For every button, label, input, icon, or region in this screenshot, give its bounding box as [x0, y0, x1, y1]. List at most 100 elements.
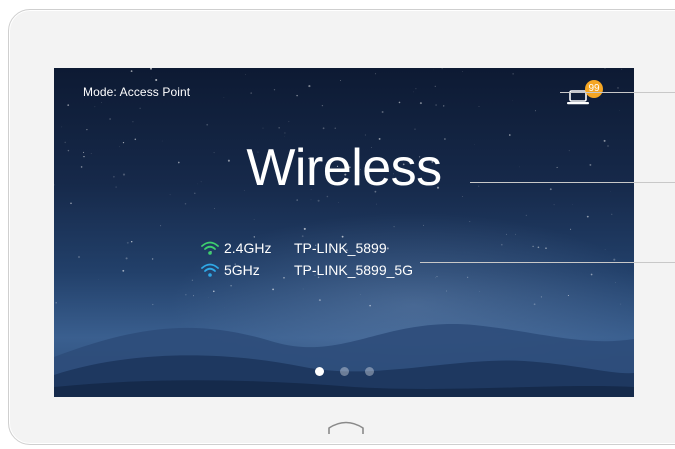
star-dot	[130, 240, 133, 243]
star-dot	[398, 101, 401, 104]
star-dot	[160, 225, 162, 227]
star-dot	[334, 127, 336, 129]
star-dot	[532, 245, 534, 248]
star-dot	[284, 132, 286, 134]
network-ssid: TP-LINK_5899	[294, 240, 387, 256]
star-dot	[512, 73, 514, 75]
network-ssid: TP-LINK_5899_5G	[294, 262, 414, 278]
star-dot	[303, 227, 306, 230]
star-dot	[184, 202, 187, 205]
star-dot	[590, 273, 593, 276]
star-dot	[509, 134, 511, 136]
star-dot	[381, 111, 384, 113]
callout-line-title	[470, 182, 675, 183]
star-dot	[86, 128, 88, 131]
star-dot	[245, 74, 246, 75]
star-dot	[415, 88, 417, 90]
callout-line-networks	[420, 262, 675, 263]
network-row-5g[interactable]: 5GHz TP-LINK_5899_5G	[200, 261, 413, 279]
star-dot	[618, 110, 620, 112]
page-dot-2[interactable]	[339, 367, 349, 376]
star-dot	[537, 246, 540, 249]
desert-dunes-background	[54, 324, 634, 397]
network-band-label: 2.4GHz	[224, 240, 272, 256]
star-dot	[386, 247, 389, 250]
star-dot	[441, 68, 443, 70]
star-dot	[139, 107, 141, 109]
star-dot	[296, 94, 298, 97]
star-dot	[617, 86, 619, 89]
star-dot	[150, 68, 152, 70]
callout-line-devices	[560, 92, 675, 93]
page-dot-3[interactable]	[364, 367, 374, 376]
star-dot	[413, 91, 414, 93]
star-dot	[206, 123, 209, 126]
star-dot	[341, 235, 344, 238]
star-dot	[611, 213, 613, 215]
star-dot	[435, 277, 436, 279]
star-dot	[621, 68, 623, 70]
touch-screen: Mode: Access Point 99 Wireless 2.4GHz TP…	[54, 68, 634, 397]
star-dot	[340, 80, 341, 81]
star-dot	[545, 247, 547, 249]
star-dot	[109, 118, 112, 120]
star-dot	[132, 121, 134, 123]
star-dot	[98, 279, 100, 280]
star-dot	[586, 215, 589, 218]
network-band-label: 5GHz	[224, 262, 260, 278]
star-dot	[423, 224, 424, 226]
star-dot	[223, 97, 225, 99]
star-dot	[253, 219, 255, 220]
star-dot	[570, 228, 572, 230]
star-dot	[419, 102, 422, 105]
star-dot	[70, 202, 72, 205]
star-dot	[478, 106, 480, 107]
star-dot	[435, 104, 437, 106]
star-dot	[262, 127, 264, 129]
star-dot	[317, 199, 320, 202]
star-dot	[61, 126, 63, 128]
star-dot	[288, 121, 290, 123]
star-dot	[301, 235, 304, 238]
star-dot	[151, 258, 154, 260]
star-dot	[512, 100, 513, 102]
star-dot	[613, 258, 616, 261]
star-dot	[436, 276, 438, 278]
wifi-icon	[201, 241, 219, 255]
star-dot	[434, 85, 436, 88]
star-dot	[462, 71, 463, 72]
star-dot	[506, 233, 507, 235]
page-dot-1[interactable]	[314, 367, 324, 376]
star-dot	[77, 255, 81, 259]
star-dot	[604, 249, 606, 250]
star-dot	[155, 78, 158, 82]
star-dot	[250, 92, 253, 94]
star-dot	[525, 214, 528, 217]
star-dot	[126, 241, 129, 244]
mode-label: Mode: Access Point	[83, 85, 191, 99]
star-dot	[364, 134, 366, 136]
home-arch-icon[interactable]	[326, 418, 366, 438]
star-dot	[414, 128, 416, 130]
star-dot	[122, 269, 125, 272]
star-dot	[296, 199, 298, 201]
wifi-icon	[201, 263, 219, 277]
star-dot	[273, 89, 276, 91]
star-dot	[308, 85, 311, 88]
star-dot	[94, 106, 96, 108]
star-dot	[604, 68, 606, 69]
star-dot	[393, 225, 395, 228]
star-dot	[338, 202, 339, 203]
router-touchscreen-panel: Mode: Access Point 99 Wireless 2.4GHz TP…	[0, 0, 675, 449]
star-dot	[130, 70, 133, 72]
page-indicator[interactable]	[54, 367, 634, 376]
star-dot	[322, 127, 325, 130]
network-row-2g[interactable]: 2.4GHz TP-LINK_5899	[200, 239, 387, 257]
star-dot	[125, 257, 128, 260]
page-title: Wireless	[246, 139, 442, 197]
star-dot	[553, 204, 555, 206]
star-dot	[213, 208, 215, 209]
star-dot	[515, 233, 516, 235]
star-dot	[572, 204, 573, 205]
star-dot	[151, 76, 153, 78]
